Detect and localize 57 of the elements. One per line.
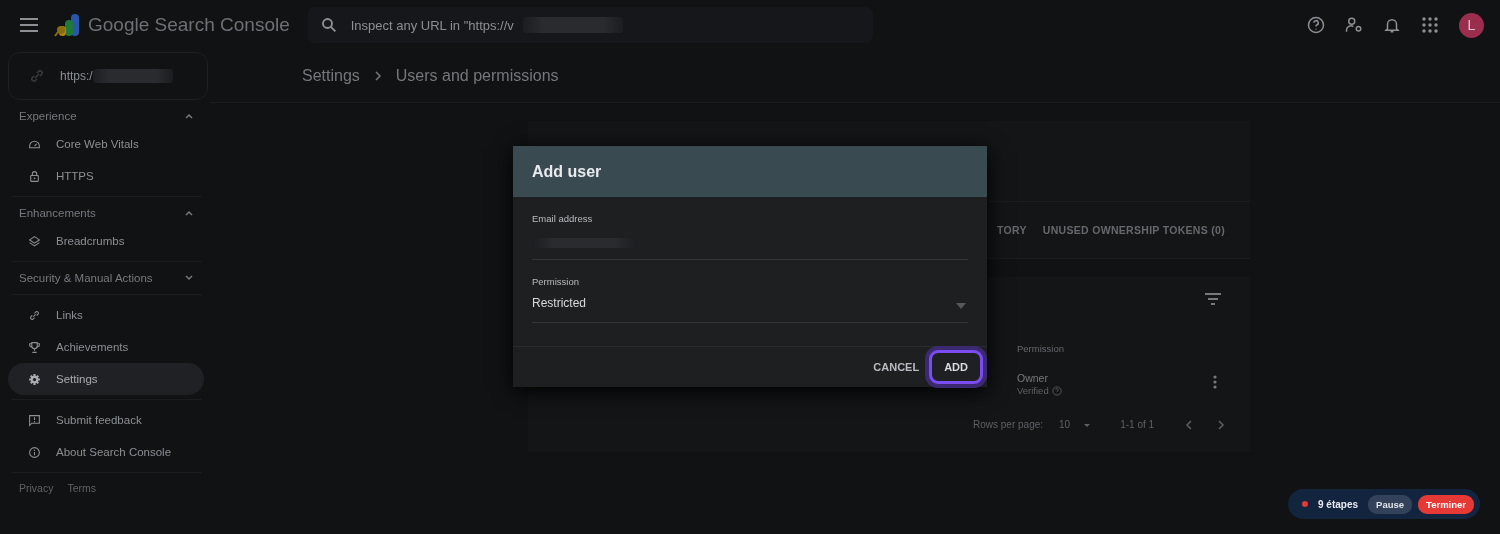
info-icon <box>28 445 41 459</box>
lock-icon <box>28 169 41 183</box>
footer-link[interactable]: Privacy <box>19 482 54 494</box>
footer-link[interactable]: Terms <box>67 482 97 494</box>
layers-icon <box>28 234 41 248</box>
trophy-icon <box>28 340 41 354</box>
section-header[interactable]: Enhancements <box>12 201 202 225</box>
column-header: Permission <box>1017 343 1064 354</box>
search-field[interactable]: Inspect any URL in "https://v <box>307 7 873 43</box>
status-text: Verified <box>1017 385 1049 396</box>
sidebar-item[interactable]: Core Web Vitals <box>8 128 204 160</box>
property-selector[interactable]: https:/ <box>8 52 208 100</box>
sidebar-item[interactable]: Achievements <box>8 331 204 363</box>
table-cell: Owner <box>1017 372 1048 384</box>
sidebar-item[interactable]: Settings <box>8 363 204 395</box>
email-field[interactable]: Email address <box>532 207 968 260</box>
recorder-button[interactable]: Pause <box>1368 494 1413 514</box>
page-range: 1-1 of 1 <box>1120 419 1155 430</box>
breadcrumb-item[interactable]: Settings <box>302 67 360 85</box>
breadcrumb-item: Users and permissions <box>395 67 559 85</box>
rows-per-page-select[interactable]: 10 <box>1059 419 1071 430</box>
next-page-icon[interactable] <box>1216 419 1227 430</box>
more-icon[interactable] <box>1213 375 1217 389</box>
tab[interactable]: UNUSED OWNERSHIP TOKENS (0) <box>1042 224 1225 236</box>
sidebar-item[interactable]: Links <box>8 299 204 331</box>
menu-icon[interactable] <box>20 18 38 32</box>
dialog-title: Add user <box>532 162 602 181</box>
sidebar-item[interactable]: About Search Console <box>8 436 204 468</box>
sidebar-item[interactable]: Submit feedback <box>8 404 204 436</box>
dropdown-icon[interactable] <box>956 303 966 309</box>
step-count: 9 étapes <box>1318 498 1359 510</box>
apps-grid-icon[interactable] <box>1421 16 1439 34</box>
notifications-icon[interactable] <box>1383 16 1401 34</box>
collapse-icon[interactable] <box>184 111 194 121</box>
recorder-button[interactable]: Terminer <box>1418 494 1474 514</box>
sidebar-item[interactable]: Breadcrumbs <box>8 225 204 257</box>
settings-icon <box>28 372 41 386</box>
dialog-button[interactable]: CANCEL <box>869 353 924 381</box>
section-header[interactable]: Experience <box>12 104 202 128</box>
app-title: Google Search Console <box>88 13 290 37</box>
previous-page-icon[interactable] <box>1184 419 1195 430</box>
section-header[interactable]: Security & Manual Actions <box>12 266 202 290</box>
user-settings-icon[interactable] <box>1345 16 1363 34</box>
feedback-icon <box>28 413 41 427</box>
tab[interactable]: TORY <box>997 224 1027 236</box>
link-icon <box>28 308 41 322</box>
sidebar-item[interactable]: HTTPS <box>8 160 204 192</box>
help-icon[interactable] <box>1307 16 1325 34</box>
rows-per-page-label: Rows per page: <box>973 419 1044 430</box>
filter-icon[interactable] <box>1205 292 1221 306</box>
permission-select[interactable]: Permission Restricted <box>532 270 968 323</box>
logo-icon <box>53 12 81 38</box>
expand-icon[interactable] <box>184 273 194 283</box>
recording-dot-icon <box>1302 501 1308 507</box>
account-avatar[interactable]: L <box>1459 12 1484 38</box>
collapse-icon[interactable] <box>184 208 194 218</box>
link-icon <box>31 70 43 82</box>
